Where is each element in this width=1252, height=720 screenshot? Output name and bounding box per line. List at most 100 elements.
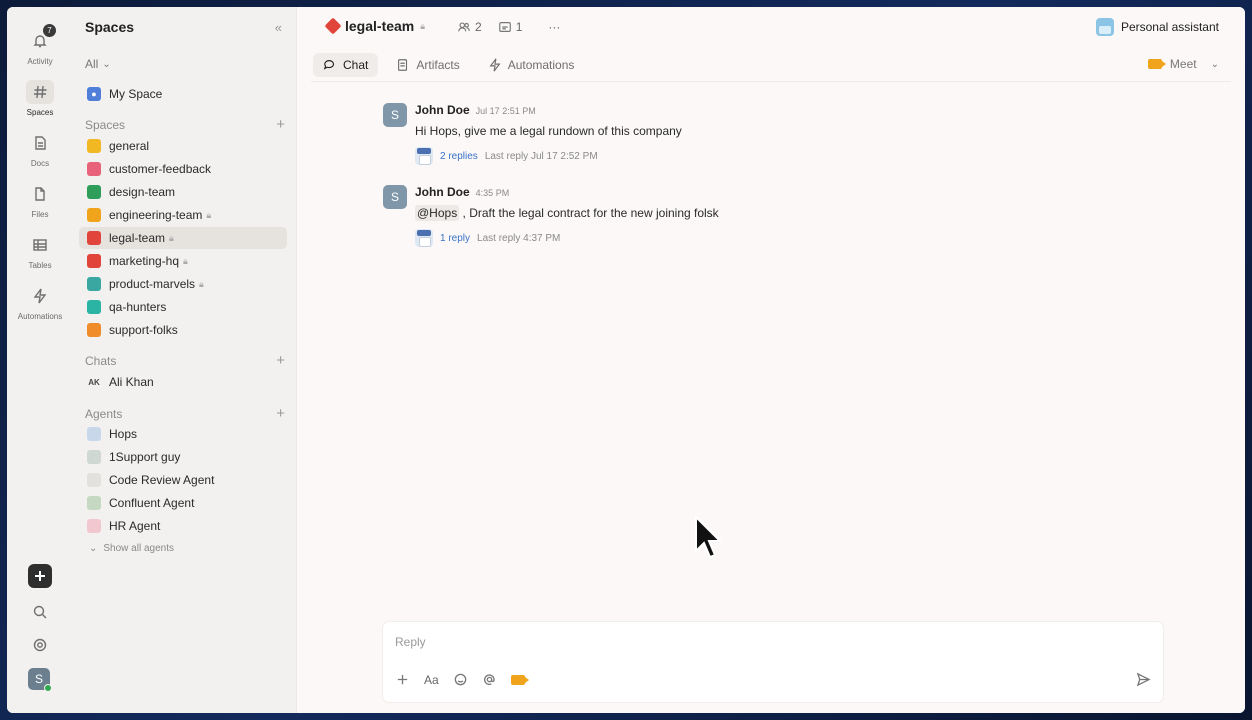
more-options-icon[interactable]: ··· <box>548 20 560 34</box>
channel-tabs: Chat Artifacts Automations <box>313 53 584 77</box>
mention-chip[interactable]: @Hops <box>415 205 460 221</box>
meet-button[interactable]: Meet ⌄ <box>1147 57 1219 71</box>
sidebar-item-my-space[interactable]: ● My Space <box>79 83 287 105</box>
tab-artifacts[interactable]: Artifacts <box>386 53 469 77</box>
settings-button[interactable] <box>28 633 52 657</box>
sidebar-item-label: marketing-hq <box>109 254 180 268</box>
search-icon <box>33 605 47 619</box>
add-chat-icon[interactable]: + <box>276 352 285 369</box>
rail-activity[interactable]: 7 Activity <box>7 24 73 66</box>
mouse-cursor-icon <box>695 515 722 559</box>
author-avatar[interactable]: S <box>383 185 407 209</box>
sidebar-item-label: design-team <box>109 185 176 199</box>
gear-icon <box>33 638 47 652</box>
sidebar-item-design-team[interactable]: design-team <box>79 181 287 203</box>
user-avatar[interactable]: S <box>28 668 52 692</box>
rail-automations[interactable]: Automations <box>7 284 73 321</box>
nav-rail: 7 Activity Spaces Docs Files Tables Auto… <box>7 7 73 713</box>
sidebar-item-support-folks[interactable]: support-folks <box>79 319 287 341</box>
message-text: Hi Hops, give me a legal rundown of this… <box>415 124 682 138</box>
channel-name: legal-team <box>345 18 415 34</box>
send-button[interactable] <box>1136 672 1151 692</box>
rail-spaces[interactable]: Spaces <box>7 80 73 117</box>
reply-count[interactable]: 1 reply <box>440 233 470 244</box>
plus-icon[interactable] <box>395 672 410 687</box>
reply-count[interactable]: 2 replies <box>440 151 478 162</box>
show-all-agents[interactable]: ⌄ Show all agents <box>89 543 174 554</box>
rail-files[interactable]: Files <box>7 182 73 219</box>
author-name[interactable]: John Doe <box>415 103 470 117</box>
sidebar-item-label: HR Agent <box>109 519 161 533</box>
sidebar-item-label: Ali Khan <box>109 375 154 389</box>
hash-icon <box>26 80 54 104</box>
collapse-sidebar-icon[interactable]: « <box>275 20 282 35</box>
sidebar-item-ali-khan[interactable]: AK Ali Khan <box>79 371 287 393</box>
rail-tables[interactable]: Tables <box>7 233 73 270</box>
sidebar-item-customer-feedback[interactable]: customer-feedback <box>79 158 287 180</box>
plus-icon <box>35 571 45 581</box>
channel-header: legal-team 🔒︎ 2 1 ··· Personal assistant <box>297 7 1245 47</box>
sidebar-item-general[interactable]: general <box>79 135 287 157</box>
lock-icon: 🔒︎ <box>206 209 212 220</box>
chevron-down-icon: ⌄ <box>1210 58 1219 70</box>
members-count: 2 <box>475 20 482 34</box>
at-mention-icon[interactable] <box>482 672 497 687</box>
message[interactable]: S John Doe Jul 17 2:51 PM Hi Hops, give … <box>383 103 682 165</box>
format-text-button[interactable]: Aa <box>424 673 439 687</box>
sidebar-item-marketing-hq[interactable]: marketing-hq 🔒︎ <box>79 250 287 272</box>
sidebar-item-agent-hops[interactable]: Hops <box>79 423 287 445</box>
map-space-icon <box>87 277 101 291</box>
search-button[interactable] <box>28 600 52 624</box>
emoji-icon[interactable] <box>453 672 468 687</box>
chevron-down-icon: ⌄ <box>89 543 98 554</box>
rail-docs-label: Docs <box>30 159 50 168</box>
reply-input[interactable]: Reply <box>395 635 426 649</box>
sidebar-item-label: customer-feedback <box>109 162 212 176</box>
thread-replies[interactable]: 2 replies Last reply Jul 17 2:52 PM <box>415 147 682 165</box>
pinned-button[interactable]: 1 <box>498 20 522 34</box>
message-timestamp: Jul 17 2:51 PM <box>475 106 536 116</box>
sidebar-item-qa-hunters[interactable]: qa-hunters <box>79 296 287 318</box>
sidebar-item-agent-hr[interactable]: HR Agent <box>79 515 287 537</box>
message[interactable]: S John Doe 4:35 PM @Hops , Draft the leg… <box>383 185 719 247</box>
personal-assistant-button[interactable]: Personal assistant <box>1095 18 1219 36</box>
tab-label: Chat <box>343 58 369 72</box>
video-camera-icon[interactable] <box>510 674 529 685</box>
rail-docs[interactable]: Docs <box>7 131 73 168</box>
channel-meta: 2 1 ··· <box>457 20 560 34</box>
tab-automations[interactable]: Automations <box>478 53 585 77</box>
artifacts-icon <box>398 59 408 71</box>
replier-avatar-icon <box>415 147 433 165</box>
section-label: Agents <box>85 406 123 421</box>
sidebar-item-label: Confluent Agent <box>109 496 195 510</box>
filter-dropdown[interactable]: All ⌄ <box>85 57 111 71</box>
sidebar-item-agent-1support[interactable]: 1Support guy <box>79 446 287 468</box>
pen-icon <box>324 17 342 35</box>
rail-activity-label: Activity <box>27 57 53 66</box>
sidebar-item-label: product-marvels <box>109 277 196 291</box>
sidebar-item-agent-confluent[interactable]: Confluent Agent <box>79 492 287 514</box>
sidebar-item-label: 1Support guy <box>109 450 181 464</box>
reply-composer[interactable]: Reply Aa <box>383 622 1163 702</box>
author-name[interactable]: John Doe <box>415 185 470 199</box>
add-space-icon[interactable]: + <box>276 116 285 133</box>
author-avatar[interactable]: S <box>383 103 407 127</box>
spaces-section-header: Spaces + <box>85 116 285 133</box>
members-button[interactable]: 2 <box>457 20 482 34</box>
lock-icon: 🔒︎ <box>183 255 188 266</box>
add-button[interactable] <box>28 564 52 588</box>
sidebar-item-product-marvels[interactable]: product-marvels 🔒︎ <box>79 273 287 295</box>
app-window: 7 Activity Spaces Docs Files Tables Auto… <box>7 7 1245 713</box>
sidebar-item-label: engineering-team <box>109 208 203 222</box>
rail-automations-label: Automations <box>17 312 63 321</box>
sidebar-item-engineering-team[interactable]: engineering-team 🔒︎ <box>79 204 287 226</box>
sidebar-item-agent-code-review[interactable]: Code Review Agent <box>79 469 287 491</box>
add-agent-icon[interactable]: + <box>276 405 285 422</box>
thread-replies[interactable]: 1 reply Last reply 4:37 PM <box>415 229 719 247</box>
tab-chat[interactable]: Chat <box>313 53 379 77</box>
sidebar-item-label: qa-hunters <box>109 300 167 314</box>
sidebar-item-legal-team[interactable]: legal-team 🔒︎ <box>79 227 287 249</box>
pen-space-icon <box>87 231 101 245</box>
channel-title[interactable]: legal-team 🔒︎ <box>324 17 425 35</box>
sidebar-item-label: My Space <box>109 87 163 101</box>
